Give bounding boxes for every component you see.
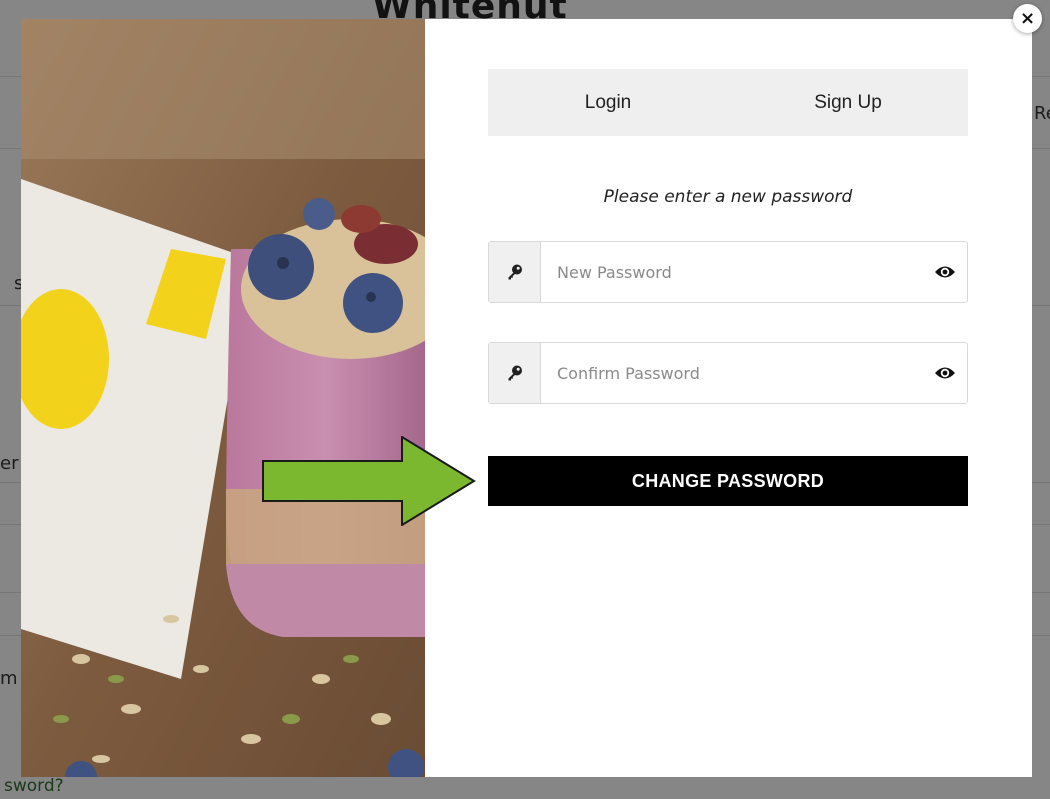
key-icon xyxy=(489,242,541,302)
arrow-right-icon xyxy=(262,436,476,526)
change-password-button[interactable]: CHANGE PASSWORD xyxy=(488,456,968,506)
close-button[interactable]: × xyxy=(1013,4,1042,33)
close-icon: × xyxy=(1019,7,1036,29)
key-icon xyxy=(489,343,541,403)
confirm-password-input[interactable] xyxy=(541,343,923,403)
confirm-password-field xyxy=(488,342,968,404)
eye-icon[interactable] xyxy=(923,242,967,302)
photo-illustration xyxy=(21,19,425,777)
new-password-input[interactable] xyxy=(541,242,923,302)
auth-modal: Login Sign Up Please enter a new passwor… xyxy=(21,19,1032,777)
new-password-prompt: Please enter a new password xyxy=(603,187,853,207)
tab-login[interactable]: Login xyxy=(488,69,728,136)
smoothie-photo xyxy=(21,19,425,777)
auth-tabs: Login Sign Up xyxy=(488,69,968,136)
eye-icon[interactable] xyxy=(923,343,967,403)
tab-sign-up[interactable]: Sign Up xyxy=(728,69,968,136)
new-password-field xyxy=(488,241,968,303)
